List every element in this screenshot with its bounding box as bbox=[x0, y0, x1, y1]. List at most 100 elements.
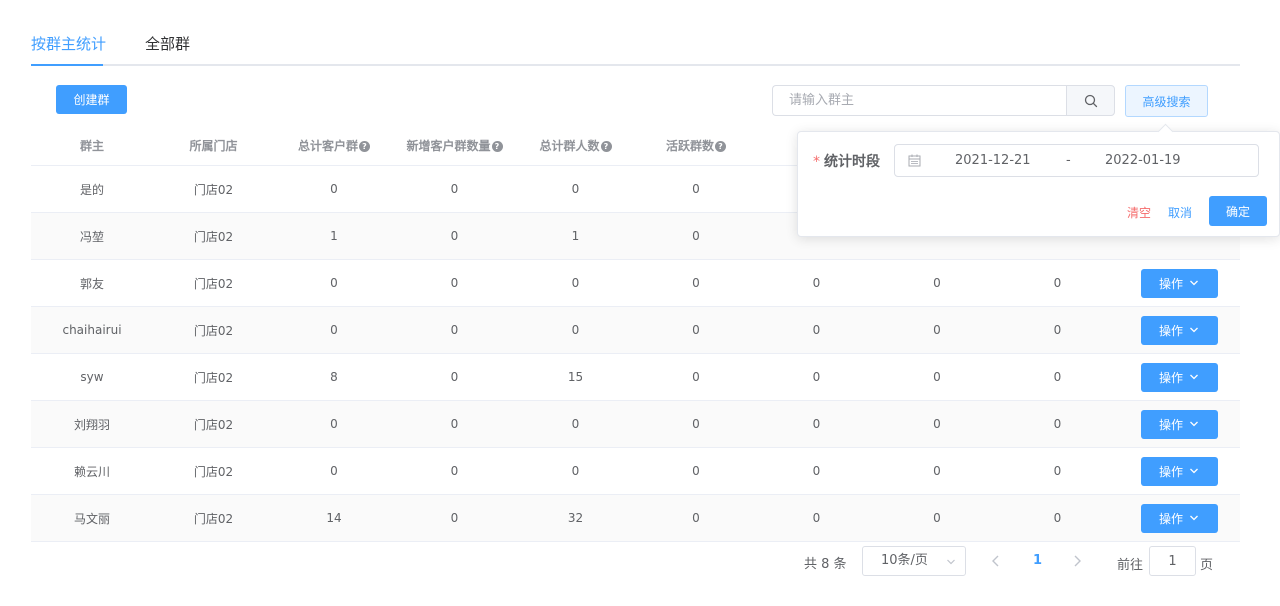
table-cell-store: 门店02 bbox=[153, 447, 274, 495]
start-date[interactable]: 2021-12-21 bbox=[955, 153, 1031, 168]
cancel-button[interactable]: 取消 bbox=[1168, 204, 1192, 221]
action-dropdown-button[interactable]: 操作 bbox=[1140, 315, 1218, 345]
search-icon bbox=[1084, 94, 1097, 107]
tab-bar: 按群主统计 全部群 bbox=[31, 30, 1240, 66]
page-number[interactable]: 1 bbox=[1033, 553, 1042, 568]
table-cell-c4: 0 bbox=[636, 494, 756, 542]
table-cell-owner: syw bbox=[31, 353, 153, 401]
question-icon[interactable]: ? bbox=[359, 140, 370, 152]
table-cell-c6: 0 bbox=[877, 400, 997, 448]
action-dropdown-button[interactable]: 操作 bbox=[1140, 503, 1218, 533]
goto-label: 前往 bbox=[1117, 558, 1144, 573]
tab-by-owner[interactable]: 按群主统计 bbox=[31, 33, 106, 61]
table-cell-store: 门店02 bbox=[153, 353, 274, 401]
table-row: 郭友 门店02 0 0 0 0 0 0 0 操作 bbox=[31, 259, 1240, 307]
chevron-down-icon bbox=[947, 559, 955, 565]
required-mark: * bbox=[813, 154, 820, 170]
action-label: 操作 bbox=[1158, 370, 1183, 385]
table-cell-c1: 0 bbox=[274, 165, 394, 213]
table-cell-store: 门店02 bbox=[153, 494, 274, 542]
table-cell-c4: 0 bbox=[636, 400, 756, 448]
col-header: 总计客户群? bbox=[274, 125, 394, 166]
table-row: chaihairui 门店02 0 0 0 0 0 0 0 操作 bbox=[31, 306, 1240, 354]
table-cell-c5: 0 bbox=[756, 447, 877, 495]
page-size-select[interactable]: 10条/页 bbox=[862, 546, 966, 576]
table-cell-action: 操作 bbox=[1118, 353, 1240, 401]
table-cell-owner: 马文丽 bbox=[31, 494, 153, 542]
table-cell-c7: 0 bbox=[997, 353, 1118, 401]
search-button[interactable] bbox=[1066, 85, 1115, 116]
table-cell-owner: chaihairui bbox=[31, 306, 153, 354]
table-cell-c7: 0 bbox=[997, 306, 1118, 354]
table-cell-c1: 0 bbox=[274, 259, 394, 307]
chevron-down-icon bbox=[1190, 327, 1198, 333]
action-dropdown-button[interactable]: 操作 bbox=[1140, 362, 1218, 392]
table-cell-c5: 0 bbox=[756, 306, 877, 354]
table-cell-c3: 32 bbox=[515, 494, 636, 542]
table-cell-c1: 8 bbox=[274, 353, 394, 401]
clear-button[interactable]: 清空 bbox=[1127, 204, 1151, 221]
table-cell-c6: 0 bbox=[877, 306, 997, 354]
chevron-down-icon bbox=[1190, 374, 1198, 380]
action-label: 操作 bbox=[1158, 464, 1183, 479]
table-cell-store: 门店02 bbox=[153, 400, 274, 448]
table-cell-c3: 15 bbox=[515, 353, 636, 401]
goto-page-input[interactable] bbox=[1149, 546, 1196, 576]
create-group-button[interactable]: 创建群 bbox=[56, 85, 127, 114]
next-page-icon[interactable] bbox=[1071, 553, 1083, 569]
tab-all-groups[interactable]: 全部群 bbox=[145, 33, 190, 61]
table-cell-c3: 1 bbox=[515, 212, 636, 260]
table-cell-store: 门店02 bbox=[153, 306, 274, 354]
table-cell-c4: 0 bbox=[636, 212, 756, 260]
table-cell-action: 操作 bbox=[1118, 494, 1240, 542]
advanced-search-popover: * 统计时段 2021-12-21 - 2022-01-19 清空 取消 确定 bbox=[797, 123, 1280, 237]
table-cell-c1: 0 bbox=[274, 306, 394, 354]
chevron-down-icon bbox=[1190, 515, 1198, 521]
question-icon[interactable]: ? bbox=[491, 140, 503, 152]
action-label: 操作 bbox=[1158, 276, 1183, 291]
table-cell-owner: 是的 bbox=[31, 165, 153, 213]
table-row: syw 门店02 8 0 15 0 0 0 0 操作 bbox=[31, 353, 1240, 401]
period-label: * 统计时段 bbox=[813, 151, 880, 171]
table-cell-c7: 0 bbox=[997, 400, 1118, 448]
table-cell-c7: 0 bbox=[997, 494, 1118, 542]
table-cell-action: 操作 bbox=[1118, 306, 1240, 354]
owner-search-input[interactable] bbox=[772, 85, 1066, 116]
chevron-down-icon bbox=[1190, 468, 1198, 474]
table-cell-c2: 0 bbox=[394, 259, 515, 307]
chevron-down-icon bbox=[1190, 280, 1198, 286]
table-cell-c3: 0 bbox=[515, 165, 636, 213]
action-dropdown-button[interactable]: 操作 bbox=[1140, 456, 1218, 486]
table-cell-c3: 0 bbox=[515, 306, 636, 354]
table-cell-c2: 0 bbox=[394, 212, 515, 260]
table-cell-c5: 0 bbox=[756, 494, 877, 542]
col-header-label: 所属门店 bbox=[189, 138, 238, 153]
table-cell-c3: 0 bbox=[515, 447, 636, 495]
chevron-down-icon bbox=[1190, 421, 1198, 427]
col-header: 群主 bbox=[31, 125, 153, 166]
table-cell-c7: 0 bbox=[997, 447, 1118, 495]
date-range-picker[interactable]: 2021-12-21 - 2022-01-19 bbox=[894, 144, 1259, 177]
table-cell-action: 操作 bbox=[1118, 259, 1240, 307]
table-cell-action: 操作 bbox=[1118, 447, 1240, 495]
table-cell-store: 门店02 bbox=[153, 259, 274, 307]
table-cell-c2: 0 bbox=[394, 494, 515, 542]
col-header: 活跃群数? bbox=[636, 125, 756, 166]
advanced-search-button[interactable]: 高级搜索 bbox=[1125, 85, 1208, 117]
end-date[interactable]: 2022-01-19 bbox=[1105, 153, 1181, 168]
action-dropdown-button[interactable]: 操作 bbox=[1140, 268, 1218, 298]
active-tab-indicator bbox=[31, 64, 103, 66]
question-icon[interactable]: ? bbox=[715, 140, 726, 152]
confirm-button[interactable]: 确定 bbox=[1209, 196, 1267, 226]
table-cell-c6: 0 bbox=[877, 494, 997, 542]
action-dropdown-button[interactable]: 操作 bbox=[1140, 409, 1218, 439]
question-icon[interactable]: ? bbox=[600, 140, 612, 152]
col-header-label: 群主 bbox=[79, 138, 104, 153]
table-cell-owner: 刘翔羽 bbox=[31, 400, 153, 448]
table-cell-c5: 0 bbox=[756, 259, 877, 307]
date-separator: - bbox=[1066, 153, 1071, 168]
prev-page-icon[interactable] bbox=[990, 553, 1002, 569]
table-cell-c1: 1 bbox=[274, 212, 394, 260]
table-cell-c4: 0 bbox=[636, 259, 756, 307]
table-cell-c6: 0 bbox=[877, 259, 997, 307]
